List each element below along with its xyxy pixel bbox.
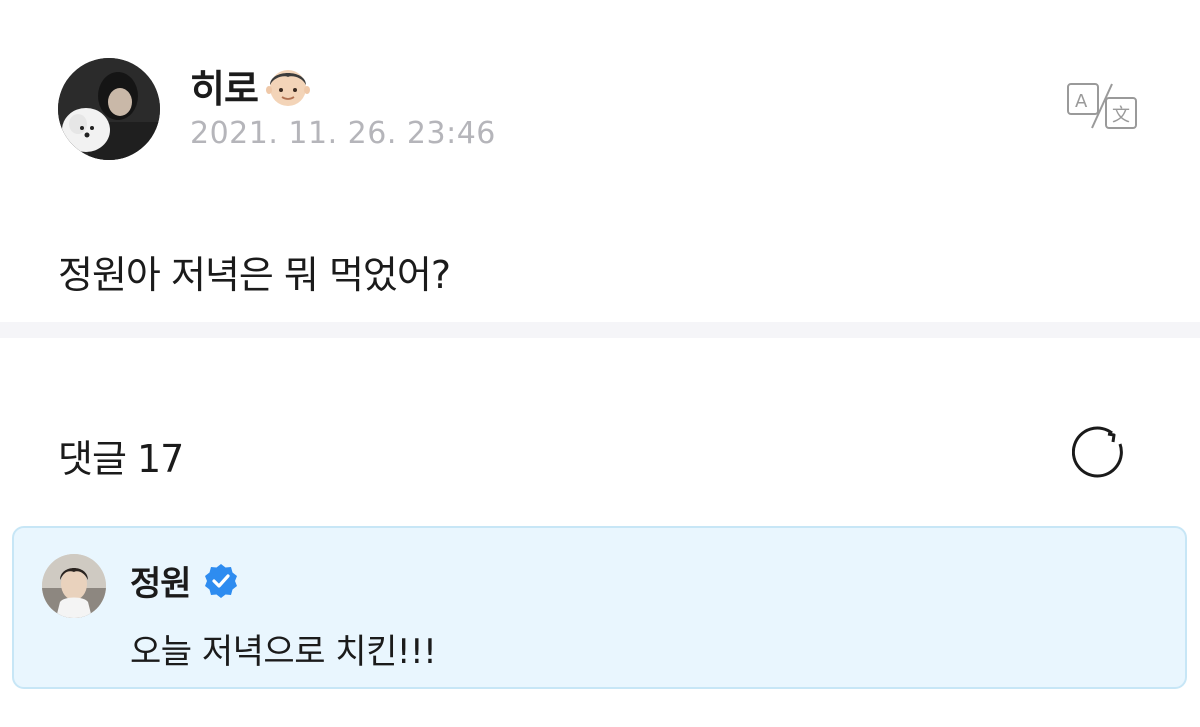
boy-emoji-icon xyxy=(265,69,310,106)
section-divider xyxy=(0,322,1200,338)
post-body-text: 정원아 저녁은 뭐 먹었어? xyxy=(58,253,451,297)
refresh-button[interactable] xyxy=(1071,424,1130,482)
svg-text:文: 文 xyxy=(1112,105,1130,126)
post-detail-page: 히로 2021. 11. 26. 23:46 A 文 정원아 저녁은 뭐 먹었어… xyxy=(0,0,1200,727)
comment-author-name[interactable]: 정원 xyxy=(130,556,192,605)
comments-count-title: 댓글 17 xyxy=(58,437,184,481)
post-author-avatar[interactable] xyxy=(58,58,160,160)
post-author[interactable]: 히로 xyxy=(190,58,314,113)
avatar-image xyxy=(58,58,160,160)
refresh-icon xyxy=(1071,426,1123,478)
translate-button[interactable]: A 文 xyxy=(1066,82,1138,130)
translate-icon: A 文 xyxy=(1067,83,1137,129)
avatar-image xyxy=(42,554,106,618)
comment-author-avatar[interactable] xyxy=(42,554,106,618)
comment-text: 오늘 저녁으로 치킨!!! xyxy=(130,632,437,672)
comment-author[interactable]: 정원 xyxy=(130,556,239,605)
verified-badge-icon xyxy=(204,563,237,598)
post-timestamp: 2021. 11. 26. 23:46 xyxy=(190,116,496,151)
comment-item[interactable]: 정원 오늘 저녁으로 치킨!!! xyxy=(12,526,1187,689)
svg-text:A: A xyxy=(1075,91,1088,112)
post-author-name[interactable]: 히로 xyxy=(190,58,259,113)
